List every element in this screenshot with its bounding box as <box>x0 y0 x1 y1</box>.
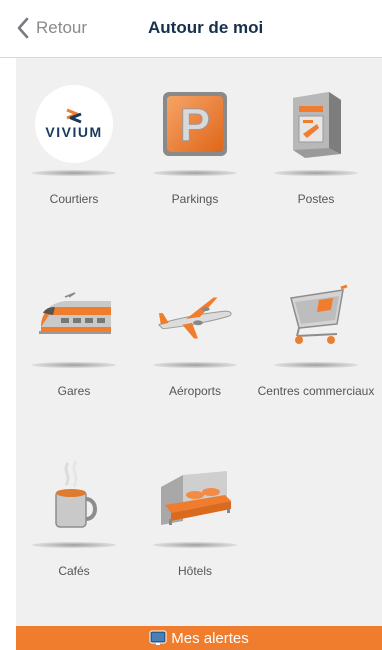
tile-label: Cafés <box>58 564 90 578</box>
tile-cafes[interactable]: Cafés <box>16 456 134 596</box>
tile-aeroports[interactable]: Aéroports <box>135 276 255 416</box>
tile-shadow <box>32 542 116 548</box>
alerts-label: Mes alertes <box>171 629 249 647</box>
tile-label: Hôtels <box>177 564 212 578</box>
page-title: Autour de moi <box>148 18 264 37</box>
tile-hotels[interactable]: Hôtels <box>135 456 255 596</box>
back-button[interactable]: Retour <box>16 16 87 40</box>
left-margin <box>0 58 16 626</box>
tile-shadow <box>274 170 358 176</box>
tile-shadow <box>274 362 358 368</box>
vivium-chevron-icon <box>66 108 82 124</box>
svg-text:P: P <box>180 99 211 151</box>
alerts-button[interactable]: Mes alertes <box>16 626 382 650</box>
parking-icon: P <box>155 84 235 164</box>
tile-centres-commerciaux[interactable]: Centres commerciaux <box>256 276 376 416</box>
tile-shadow <box>153 362 237 368</box>
tile-shadow <box>153 170 237 176</box>
tile-label: Parkings <box>171 192 219 206</box>
navigation-bar: Retour Autour de moi <box>0 0 382 58</box>
tile-parkings[interactable]: P Parkings <box>135 84 255 224</box>
tile-label: Courtiers <box>49 192 99 206</box>
tile-gares[interactable]: Gares <box>16 276 134 416</box>
mailbox-icon <box>276 84 356 164</box>
shopping-cart-icon <box>276 276 356 356</box>
tile-label: Aéroports <box>168 384 222 398</box>
vivium-logo-text: VIVIUM <box>45 124 103 140</box>
train-icon <box>34 276 114 356</box>
coffee-cup-icon <box>34 456 114 536</box>
airplane-icon <box>155 276 235 356</box>
tile-shadow <box>32 362 116 368</box>
back-label: Retour <box>36 18 88 37</box>
tile-label: Postes <box>297 192 335 206</box>
tile-label: Gares <box>57 384 91 398</box>
tile-postes[interactable]: Postes <box>256 84 376 224</box>
tile-shadow <box>153 542 237 548</box>
alert-tablet-icon <box>149 630 167 645</box>
category-grid: VIVIUM Courtiers P Parkings Postes Gares… <box>16 58 382 626</box>
tile-shadow <box>32 170 116 176</box>
tile-courtiers[interactable]: VIVIUM Courtiers <box>16 84 134 224</box>
chevron-left-icon <box>17 17 29 39</box>
tile-label: Centres commerciaux <box>257 384 375 398</box>
hotel-bed-icon <box>155 456 235 536</box>
vivium-logo: VIVIUM <box>34 84 114 164</box>
